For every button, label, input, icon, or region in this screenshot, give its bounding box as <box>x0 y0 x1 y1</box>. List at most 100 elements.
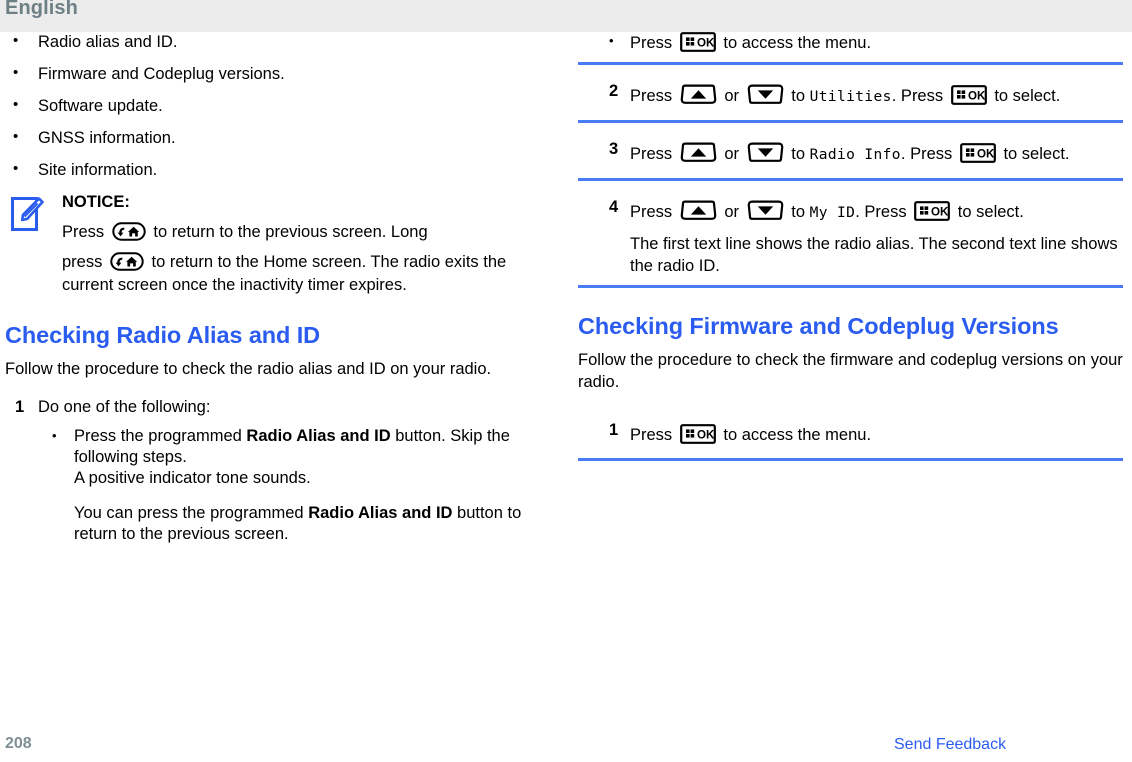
step-pre: Press <box>630 145 673 163</box>
button-name-radio-alias-and-id: Radio Alias and ID <box>246 427 391 445</box>
step-number: 2 <box>609 82 619 100</box>
step-pre: Press <box>630 87 673 105</box>
ok-menu-key-icon[interactable]: OK <box>959 143 996 163</box>
step-text: Press or to Radio Info. Press OK to sele… <box>630 142 1070 163</box>
radio-info-list: Radio alias and ID. Firmware and Codeplu… <box>5 31 550 180</box>
step-tail: to select. <box>1003 145 1070 163</box>
send-feedback-link[interactable]: Send Feedback <box>894 736 1006 754</box>
left-column: Radio alias and ID. Firmware and Codeplu… <box>5 31 550 545</box>
step-press-2: . Press <box>855 203 907 221</box>
ok-menu-key-icon[interactable]: OK <box>679 32 716 52</box>
list-item-label: Site information. <box>38 161 158 179</box>
svg-text:OK: OK <box>968 90 986 103</box>
procedure-step-4: 4 Press or to My ID. Press OK to select.… <box>578 198 1123 288</box>
up-arrow-key-icon[interactable] <box>680 84 717 105</box>
svg-text:OK: OK <box>977 148 995 161</box>
list-item: Press the programmed Radio Alias and ID … <box>38 425 550 545</box>
step-text: Press or to My ID. Press OK to select. <box>630 200 1024 221</box>
list-item: GNSS information. <box>5 127 550 148</box>
page-body: Radio alias and ID. Firmware and Codeplu… <box>0 31 1132 730</box>
continued-bullet-pre: Press <box>630 34 673 52</box>
list-item: Site information. <box>5 159 550 180</box>
procedure-step-1: 1 Do one of the following: Press the pro… <box>5 397 550 545</box>
firmware-procedure-step-1: 1 Press OK to access the menu. <box>578 421 1123 461</box>
header-band: English <box>0 0 1132 32</box>
continued-bullet-post: to access the menu. <box>723 34 872 52</box>
step-number: 4 <box>609 198 619 216</box>
language-label: English <box>5 0 78 19</box>
down-arrow-key-icon[interactable] <box>747 84 784 105</box>
step-number: 1 <box>609 421 619 439</box>
section-intro-firmware-codeplug: Follow the procedure to check the firmwa… <box>578 351 1123 391</box>
step-conjunction: or <box>724 145 740 163</box>
step-text: Do one of the following: <box>38 398 211 416</box>
step-pre: Press <box>630 426 673 444</box>
notice-line-1-pre: Press <box>62 223 105 241</box>
list-item-label: Software update. <box>38 97 163 115</box>
menu-item-target: Utilities <box>809 89 892 105</box>
svg-text:OK: OK <box>697 429 715 442</box>
section-title-firmware-codeplug: Checking Firmware and Codeplug Versions <box>578 313 1059 339</box>
notice-body: Press to return to the previous screen. … <box>62 221 550 297</box>
up-arrow-key-icon[interactable] <box>680 200 717 221</box>
procedure-step-3: 3 Press or to Radio Info. Press OK to se… <box>578 140 1123 181</box>
sub-bullet-paragraph: You can press the programmed Radio Alias… <box>74 503 550 545</box>
notice-line-2-pre: press <box>62 253 103 271</box>
sub-para-pre: You can press the programmed <box>74 504 309 522</box>
list-item-label: Firmware and Codeplug versions. <box>38 65 285 83</box>
ok-menu-key-icon[interactable]: OK <box>950 85 987 105</box>
notice-title: NOTICE: <box>62 193 130 211</box>
footer: 208 Send Feedback <box>0 730 1132 762</box>
back-home-key-icon[interactable] <box>112 222 146 241</box>
svg-text:OK: OK <box>931 206 949 219</box>
step-tail: to select. <box>957 203 1024 221</box>
step-1-sub-list: Press the programmed Radio Alias and ID … <box>38 425 550 545</box>
notice-line-2: press to return to the Home screen. The … <box>62 251 550 297</box>
continued-bullet-text: Press OK to access the menu. <box>630 32 872 52</box>
step-pre: Press <box>630 203 673 221</box>
step-4-result-text: The first text line shows the radio alia… <box>630 235 1118 275</box>
down-arrow-key-icon[interactable] <box>747 142 784 163</box>
procedure-step-2: 2 Press or to Utilities. Press OK to sel… <box>578 82 1123 123</box>
list-item: Radio alias and ID. <box>5 31 550 52</box>
step-number: 1 <box>15 398 25 416</box>
back-home-key-icon[interactable] <box>110 252 144 271</box>
step-text: Press or to Utilities. Press OK to selec… <box>630 84 1061 105</box>
ok-menu-key-icon[interactable]: OK <box>679 424 716 444</box>
continued-bullet-item: Press OK to access the menu. <box>578 32 1123 65</box>
notice-pencil-icon <box>11 197 45 235</box>
step-to: to <box>791 203 805 221</box>
step-press-2: . Press <box>891 87 944 105</box>
list-item: Software update. <box>5 95 550 116</box>
list-item-label: GNSS information. <box>38 129 176 147</box>
step-post: to access the menu. <box>723 426 872 444</box>
page-number: 208 <box>5 735 32 752</box>
list-item-label: Radio alias and ID. <box>38 33 178 51</box>
notice-admonition: NOTICE: Press to return to the previous … <box>5 193 550 297</box>
list-item: Firmware and Codeplug versions. <box>5 63 550 84</box>
notice-line-1-post: to return to the previous screen. Long <box>153 223 428 241</box>
right-column: Press OK to access the menu. 2 <box>578 32 1123 461</box>
notice-line-1: Press to return to the previous screen. … <box>62 221 550 244</box>
step-number: 3 <box>609 140 619 158</box>
step-to: to <box>791 145 805 163</box>
menu-item-target: Radio Info <box>809 147 901 163</box>
step-to: to <box>791 87 805 105</box>
step-conjunction: or <box>724 203 740 221</box>
svg-text:OK: OK <box>697 37 715 50</box>
down-arrow-key-icon[interactable] <box>747 200 784 221</box>
sub-bullet-pre: Press the programmed <box>74 427 247 445</box>
step-text: Press OK to access the menu. <box>630 424 872 444</box>
section-title-radio-alias: Checking Radio Alias and ID <box>5 322 321 348</box>
step-press-2: . Press <box>900 145 953 163</box>
up-arrow-key-icon[interactable] <box>680 142 717 163</box>
sub-bullet-line-2: A positive indicator tone sounds. <box>74 469 311 487</box>
section-intro-radio-alias: Follow the procedure to check the radio … <box>5 360 492 378</box>
step-tail: to select. <box>994 87 1061 105</box>
ok-menu-key-icon[interactable]: OK <box>914 201 951 221</box>
menu-item-target: My ID <box>809 205 856 221</box>
